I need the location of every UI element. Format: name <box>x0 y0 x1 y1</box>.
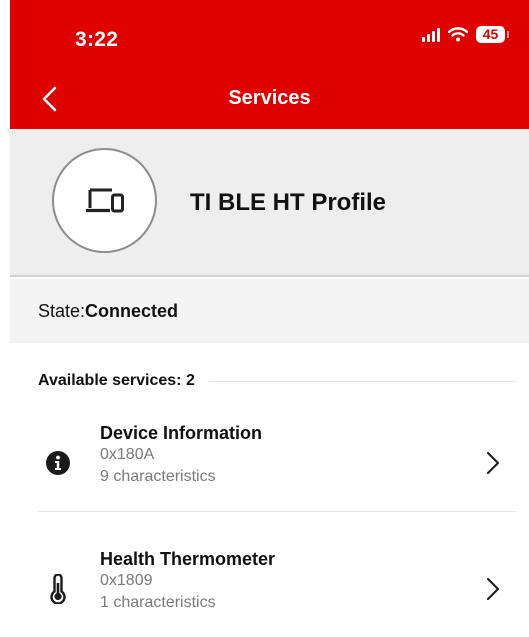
wifi-icon <box>448 27 468 42</box>
connection-state: State: Connected <box>10 279 529 343</box>
service-divider <box>38 511 516 512</box>
service-characteristics: 1 characteristics <box>100 594 216 611</box>
page-title: Services <box>228 87 311 109</box>
device-card: TI BLE HT Profile <box>10 129 529 277</box>
app-screen: 3:22 45 Services TI BLE HT Profile State… <box>10 0 529 637</box>
header-divider <box>208 380 516 382</box>
thermometer-icon <box>44 574 72 604</box>
service-uuid: 0x1809 <box>100 572 153 589</box>
service-texts: Health Thermometer 0x1809 1 characterist… <box>100 548 275 614</box>
state-value: Connected <box>85 300 179 321</box>
state-label: State: <box>38 300 86 321</box>
service-name: Health Thermometer <box>100 549 276 569</box>
devices-icon <box>85 188 124 212</box>
info-icon <box>44 448 72 478</box>
service-characteristics: 9 characteristics <box>100 468 216 485</box>
status-time: 3:22 <box>75 28 119 51</box>
device-avatar <box>52 148 157 253</box>
services-count-label: Available services: 2 <box>38 372 195 389</box>
service-item-device-information[interactable]: Device Information 0x180A 9 characterist… <box>10 422 529 504</box>
service-name: Device Information <box>100 423 263 443</box>
signal-icon <box>422 27 440 42</box>
service-uuid: 0x180A <box>100 446 155 463</box>
chevron-right-icon <box>486 451 500 475</box>
service-texts: Device Information 0x180A 9 characterist… <box>100 422 262 488</box>
battery-icon: 45 <box>476 26 509 43</box>
service-item-health-thermometer[interactable]: Health Thermometer 0x1809 1 characterist… <box>10 548 529 630</box>
status-icons: 45 <box>422 26 509 43</box>
header-bar: 3:22 45 Services <box>10 0 529 129</box>
services-header: Available services: 2 <box>38 372 516 390</box>
device-name: TI BLE HT Profile <box>190 189 387 216</box>
chevron-right-icon <box>486 577 500 601</box>
